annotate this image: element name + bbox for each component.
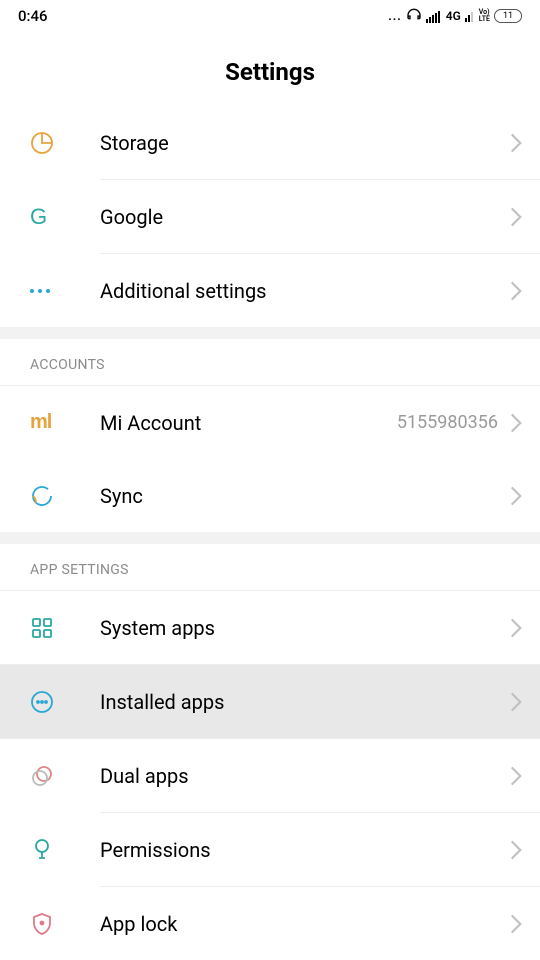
chevron-right-icon	[510, 766, 522, 786]
signal-icon-2	[465, 10, 475, 22]
row-label: Installed apps	[100, 690, 510, 714]
dual-apps-icon	[30, 764, 54, 788]
settings-list-top: Storage G Google Additional settings	[0, 106, 540, 327]
row-storage[interactable]: Storage	[0, 106, 540, 179]
row-installed-apps[interactable]: Installed apps	[0, 665, 540, 738]
chevron-right-icon	[510, 692, 522, 712]
row-permissions[interactable]: Permissions	[0, 813, 540, 886]
battery-level: 11	[503, 11, 513, 21]
volte-label: Vo)LTE	[479, 9, 490, 23]
network-label: 4G	[446, 9, 461, 23]
row-additional-settings[interactable]: Additional settings	[0, 254, 540, 327]
sync-icon	[30, 484, 54, 508]
apps-icon	[30, 690, 54, 714]
row-sync[interactable]: Sync	[0, 459, 540, 532]
settings-list-accounts: ml Mi Account 5155980356 Sync	[0, 386, 540, 532]
row-label: Sync	[100, 484, 510, 508]
chevron-right-icon	[510, 486, 522, 506]
chevron-right-icon	[510, 133, 522, 153]
signal-icon	[426, 9, 442, 23]
settings-list-app-settings: System apps Installed apps Dual apps Per…	[0, 591, 540, 960]
row-value: 5155980356	[397, 412, 498, 433]
row-label: Additional settings	[100, 279, 510, 303]
more-horizontal-icon	[30, 289, 50, 293]
chevron-right-icon	[510, 281, 522, 301]
row-label: Mi Account	[100, 411, 397, 435]
section-header-accounts: ACCOUNTS	[0, 339, 540, 386]
grid-icon	[30, 616, 54, 640]
row-label: System apps	[100, 616, 510, 640]
row-dual-apps[interactable]: Dual apps	[0, 739, 540, 812]
row-mi-account[interactable]: ml Mi Account 5155980356	[0, 386, 540, 459]
more-icon: ...	[388, 9, 401, 23]
chevron-right-icon	[510, 413, 522, 433]
mi-icon: ml	[30, 411, 51, 434]
chevron-right-icon	[510, 207, 522, 227]
chevron-right-icon	[510, 840, 522, 860]
page-header: Settings	[0, 32, 540, 106]
headphones-icon	[406, 8, 422, 24]
page-title: Settings	[0, 58, 540, 86]
storage-icon	[30, 131, 54, 155]
status-time: 0:46	[18, 7, 48, 25]
permissions-icon	[30, 838, 54, 862]
status-icons: ... 4G Vo)LTE 11	[388, 8, 522, 24]
battery-icon: 11	[494, 9, 522, 23]
status-bar: 0:46 ... 4G Vo)LTE 11	[0, 0, 540, 32]
row-google[interactable]: G Google	[0, 180, 540, 253]
row-label: Storage	[100, 131, 510, 155]
row-label: Permissions	[100, 838, 510, 862]
row-label: Google	[100, 205, 510, 229]
row-label: Dual apps	[100, 764, 510, 788]
google-icon: G	[30, 204, 47, 230]
row-system-apps[interactable]: System apps	[0, 591, 540, 664]
section-header-app-settings: APP SETTINGS	[0, 544, 540, 591]
chevron-right-icon	[510, 618, 522, 638]
